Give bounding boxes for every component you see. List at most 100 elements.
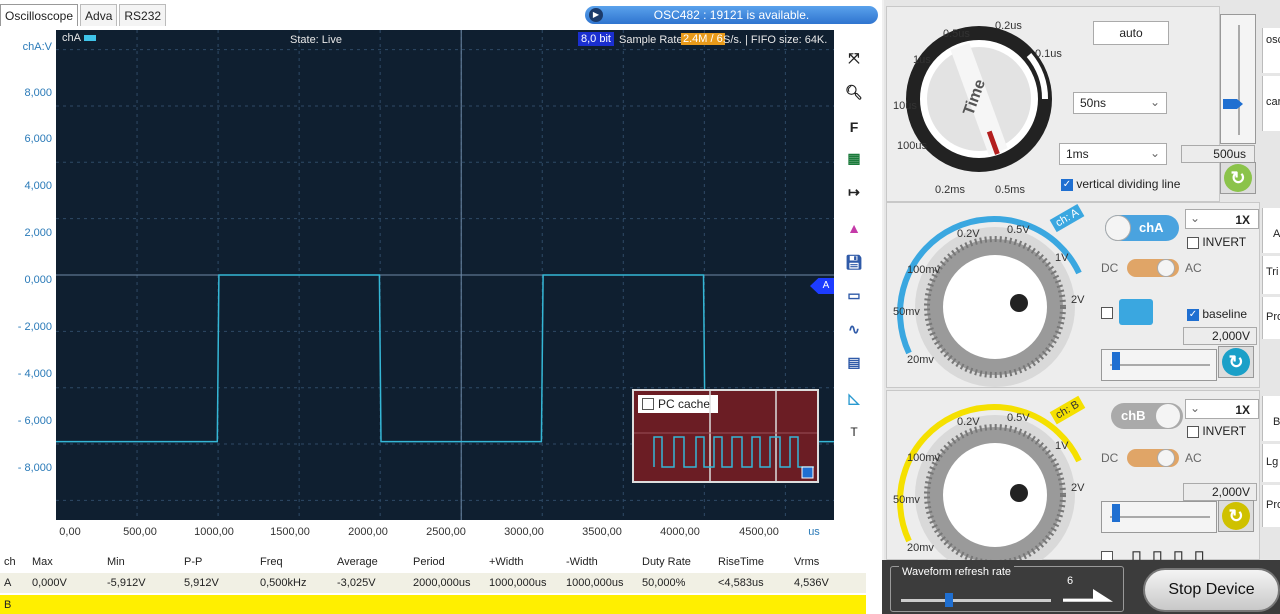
measure-width-icon[interactable]: ↦ [840,178,868,206]
timebase-select-coarse-value: 1ms [1066,147,1089,161]
dial-label: 10us [893,100,917,112]
oscilloscope-pane: Oscilloscope Adva RS232 ▶ OSC482 : 19121… [0,0,882,614]
cell: 50,000% [642,577,686,589]
channel-b-toggle[interactable]: chB [1111,403,1183,429]
sample-rate-label: Sample Rate: [619,34,686,46]
measurement-row-a: A 0,000V -5,912V 5,912V 0,500kHz -3,025V… [0,573,866,593]
dial-label: 100mv [907,264,941,276]
table-icon[interactable]: ▤ [840,348,868,376]
side-button-probe-b[interactable]: Pro [1262,485,1280,527]
side-button-a[interactable]: A [1262,208,1280,253]
image-icon[interactable]: ▭ [840,281,868,309]
channel-b-probe-select[interactable]: ⌄ 1X [1185,399,1259,419]
slider-thumb[interactable] [1112,504,1120,522]
display-mode-icons[interactable]: ⊓⊓⊓⊓ [1131,547,1241,561]
fill-checkbox[interactable] [1101,307,1113,320]
side-button-car[interactable]: car [1262,76,1280,131]
timebase-reset-button[interactable]: ↻ [1220,162,1256,194]
side-button-b[interactable]: B [1262,396,1280,441]
control-pane: Time 0.5us 0.2us 0.1us 1us 10us 100us 0.… [884,0,1280,614]
ruler-icon[interactable]: ◺ [840,384,868,412]
waveform-icon[interactable]: ∿ [840,315,868,343]
auto-button[interactable]: auto [1093,21,1169,45]
side-button-trigger[interactable]: Tri [1262,256,1280,294]
coupling-ac-label: AC [1185,451,1202,465]
play-icon[interactable]: ▶ [589,8,603,22]
slider-thumb[interactable] [1112,352,1120,370]
pc-cache-preview [634,391,817,481]
grid-icon[interactable]: ▦ [840,144,868,172]
toggle-knob [1105,215,1131,241]
timebase-value: 500us [1181,145,1255,163]
channel-a-reset-button[interactable]: ↻ [1218,346,1254,378]
side-button-osc[interactable]: osc [1262,28,1280,73]
dial-label: 0.2us [995,20,1022,32]
channel-a-probe-select[interactable]: ⌄ 1X [1185,209,1259,229]
scope-header: chA State: Live 8,0 bit Sample Rate: 2.4… [56,30,834,48]
refresh-rate-thumb[interactable] [945,593,953,607]
cell: <4,583us [718,577,764,589]
side-button-lg[interactable]: Lg [1262,444,1280,482]
side-button-probe[interactable]: Pro [1262,297,1280,339]
invert-checkbox[interactable] [1187,425,1199,438]
x-tick: 1000,00 [194,526,234,538]
f-button[interactable]: F [840,113,868,141]
x-tick: 3000,00 [504,526,544,538]
chevron-down-icon: ⌄ [1149,95,1160,109]
channel-a-volts-knob[interactable]: 0.2V 0.5V 100mv 1V 50mv 2V 20mv [887,203,1097,389]
cell: 4,536V [794,577,829,589]
tab-rs232[interactable]: RS232 [119,4,167,26]
channel-b-reset-button[interactable]: ↻ [1218,500,1254,532]
stop-device-button[interactable]: Stop Device [1143,568,1280,612]
timebase-slider[interactable] [1220,14,1256,144]
spectrum-icon[interactable]: ▲ [840,214,868,242]
check-icon[interactable]: ✓ [1061,178,1073,191]
channel-b-invert[interactable]: INVERT [1187,424,1246,438]
dial-label: 0.5us [943,28,970,40]
y-axis-labels: chA:V 8,000 6,000 4,000 2,000 0,000 - 2,… [0,30,56,520]
y-tick: - 2,000 [17,321,52,333]
channel-a-invert[interactable]: INVERT [1187,235,1246,249]
channel-a-baseline[interactable]: ✓ baseline [1187,307,1247,321]
tab-oscilloscope[interactable]: Oscilloscope [0,4,79,26]
measurement-row-b: B [0,595,866,614]
knob-indicator [1010,294,1028,312]
tab-advanced[interactable]: Adva [80,4,118,26]
zoom-icon[interactable]: 🔍︎ [840,78,868,106]
device-status-bar[interactable]: ▶ OSC482 : 19121 is available. [585,6,878,24]
x-tick: 0,00 [59,526,81,538]
channel-b-volts-value: 2,000V [1183,483,1257,501]
timebase-knob[interactable]: Time 0.5us 0.2us 0.1us 1us 10us 100us 0.… [887,7,1067,203]
refresh-rate-label: Waveform refresh rate [899,566,1015,578]
dial-label: 0.2V [957,416,980,428]
sample-rate-value[interactable]: 2.4M / 6 [681,33,725,45]
channel-b-coupling-switch[interactable] [1127,449,1179,467]
dial-label: 0.1us [1035,48,1062,60]
t-button[interactable]: T [840,418,868,446]
vertical-dividing-line-toggle[interactable]: ✓ vertical dividing line [1061,177,1180,191]
timebase-select-fine[interactable]: 50ns ⌄ [1073,92,1167,114]
cell: 2000,000us [413,577,471,589]
channel-a-toggle[interactable]: chA [1105,215,1179,241]
knob-indicator [1010,484,1028,502]
baseline-label: baseline [1202,307,1248,321]
slider-thumb[interactable] [1223,99,1243,109]
scope-state: State: Live [290,34,342,46]
switch-knob [1157,259,1175,277]
channel-a-fill-toggle[interactable] [1101,307,1113,320]
chevron-down-icon: ⌄ [1190,211,1201,225]
invert-checkbox[interactable] [1187,236,1199,249]
dial-label: 2V [1071,294,1085,306]
channel-a-offset-slider[interactable] [1101,349,1217,381]
check-icon[interactable]: ✓ [1187,308,1199,321]
x-tick: 2000,00 [348,526,388,538]
y-tick: - 6,000 [17,415,52,427]
channel-b-offset-slider[interactable] [1101,501,1217,533]
fullscreen-icon[interactable]: ⤧ [840,44,868,72]
col-pp: P-P [184,556,203,568]
channel-b-panel: 0.2V 0.5V 100mv 1V 50mv 2V 20mv ch: B ch… [886,390,1260,564]
timebase-select-coarse[interactable]: 1ms ⌄ [1059,143,1167,165]
pc-cache-panel[interactable]: PC cache [632,389,819,483]
channel-a-coupling-switch[interactable] [1127,259,1179,277]
save-icon[interactable]: 💾︎ [840,248,868,276]
